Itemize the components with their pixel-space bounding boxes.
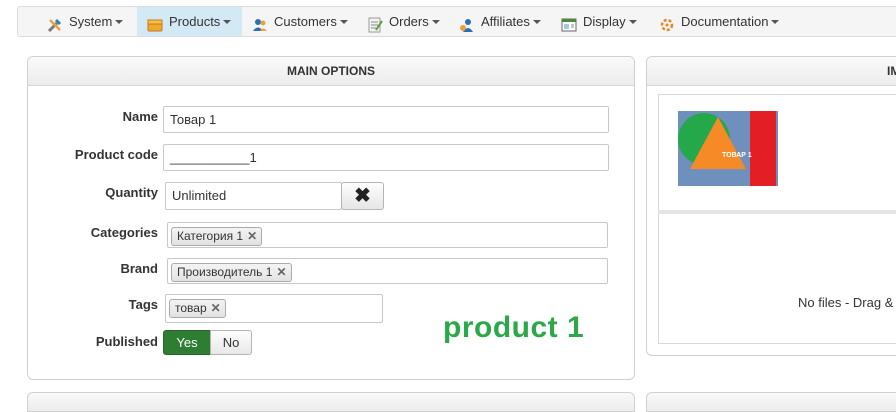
documentation-icon (659, 14, 675, 31)
chevron-down-icon (431, 19, 440, 24)
next-panel-right (646, 392, 896, 412)
chevron-down-icon (339, 19, 348, 24)
nav-label-products: Products (169, 14, 221, 29)
tags-input[interactable]: товар ✕ (165, 294, 383, 323)
category-tag: Категория 1 ✕ (171, 227, 263, 246)
chevron-down-icon (532, 19, 541, 24)
remove-tag-icon[interactable]: ✕ (211, 301, 221, 315)
users-icon (252, 14, 268, 31)
orders-icon (367, 14, 383, 32)
brand-input[interactable]: Производитель 1 ✕ (167, 258, 608, 284)
main-options-title: MAIN OPTIONS (28, 57, 634, 86)
clear-quantity-button[interactable]: ✖ (341, 182, 384, 210)
box-icon (147, 14, 163, 31)
published-yes-button[interactable]: Yes (163, 330, 211, 355)
nav-label-customers: Customers (274, 14, 337, 29)
next-panel-left (27, 392, 635, 412)
chevron-down-icon (771, 19, 780, 24)
close-icon: ✖ (354, 185, 371, 207)
product-tag: товар ✕ (169, 299, 226, 318)
product-code-label: Product code (74, 147, 158, 162)
chevron-down-icon (223, 19, 232, 24)
nav-item-system[interactable]: System (37, 7, 137, 36)
product-heading: product 1 (443, 311, 585, 344)
nav-item-orders[interactable]: Orders (357, 7, 449, 36)
name-input[interactable]: Товар 1 (163, 106, 609, 133)
categories-input[interactable]: Категория 1 ✕ (167, 222, 608, 248)
top-navbar: System Products Customers Orders Affilia… (17, 6, 896, 37)
published-label: Published (95, 334, 158, 349)
name-label: Name (122, 109, 158, 124)
drop-zone[interactable]: No files - Drag & (658, 214, 896, 344)
remove-tag-icon[interactable]: ✕ (247, 229, 257, 243)
nav-item-customers[interactable]: Customers (242, 7, 357, 36)
nav-item-documentation[interactable]: Documentation (649, 7, 789, 36)
product-tag-label: товар (175, 301, 207, 315)
brand-tag: Производитель 1 ✕ (171, 263, 292, 282)
tags-label: Tags (128, 297, 158, 312)
brand-tag-label: Производитель 1 (177, 265, 273, 279)
category-tag-label: Категория 1 (177, 229, 244, 243)
nav-item-affiliates[interactable]: Affiliates (449, 7, 551, 36)
nav-label-affiliates: Affiliates (481, 14, 530, 29)
nav-item-products[interactable]: Products (137, 7, 242, 36)
published-no-button[interactable]: No (210, 330, 252, 355)
quantity-label: Quantity (105, 185, 158, 200)
tools-icon (47, 14, 63, 32)
display-icon (561, 14, 577, 31)
affiliate-icon (459, 14, 475, 32)
chevron-down-icon (628, 19, 637, 24)
nav-label-display: Display (583, 14, 626, 29)
thumbnail-graphic (678, 111, 776, 186)
product-code-input[interactable]: ___________1 (163, 144, 609, 171)
nav-label-system: System (69, 14, 113, 29)
thumbnail-text: ТОВАР 1 (722, 152, 752, 159)
drop-zone-text: No files - Drag & (798, 295, 894, 310)
chevron-down-icon (115, 19, 124, 24)
images-panel-title: IM (647, 57, 896, 86)
nav-label-orders: Orders (389, 14, 429, 29)
quantity-input[interactable]: Unlimited (165, 182, 342, 210)
categories-label: Categories (90, 225, 158, 240)
nav-item-display[interactable]: Display (551, 7, 649, 36)
remove-tag-icon[interactable]: ✕ (276, 265, 286, 279)
nav-label-documentation: Documentation (681, 14, 769, 29)
brand-label: Brand (120, 261, 158, 276)
product-thumbnail[interactable]: ТОВАР 1 (678, 111, 778, 186)
